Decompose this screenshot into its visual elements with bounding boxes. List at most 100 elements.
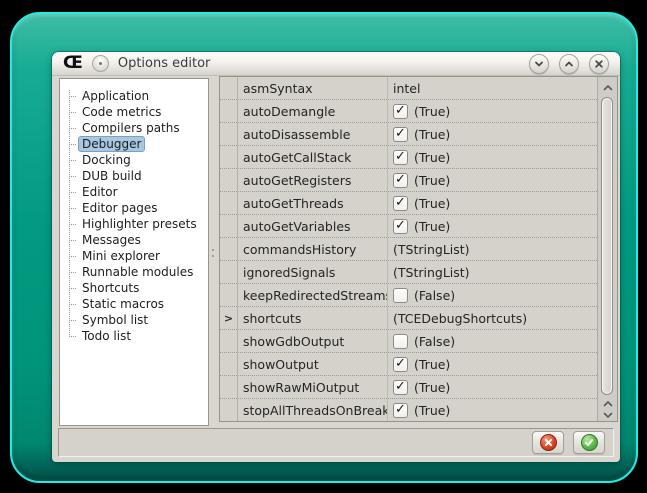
property-row-stopAllThreadsOnBreak[interactable]: stopAllThreadsOnBreak ✓ (True) [220, 399, 597, 421]
vertical-scrollbar[interactable] [597, 77, 617, 421]
row-selection-marker [220, 284, 238, 306]
property-row-shortcuts[interactable]: > shortcuts (TCEDebugShortcuts) [220, 307, 597, 330]
row-selection-marker [220, 376, 238, 398]
checkbox[interactable]: ✓ [393, 127, 408, 142]
sidebar-item-dub-build[interactable]: DUB build [60, 168, 208, 184]
property-value[interactable]: (False) [388, 284, 597, 306]
titlebar[interactable]: Œ Options editor [52, 52, 620, 76]
titlebar-buttons [529, 54, 609, 74]
property-name: ignoredSignals [238, 261, 388, 283]
row-selection-marker [220, 330, 238, 352]
checkbox[interactable]: ✓ [393, 357, 408, 372]
sidebar-item-static-macros[interactable]: Static macros [60, 296, 208, 312]
property-value[interactable]: ✓ (True) [388, 123, 597, 145]
sidebar-item-debugger[interactable]: Debugger [60, 136, 208, 152]
checkbox[interactable]: ✓ [393, 403, 408, 418]
chevron-up-icon [564, 59, 574, 69]
maximize-button[interactable] [559, 54, 579, 74]
check-icon: ✓ [395, 403, 406, 416]
property-row-autoDemangle[interactable]: autoDemangle ✓ (True) [220, 100, 597, 123]
scrollbar-thumb[interactable] [601, 97, 613, 395]
property-value[interactable]: ✓ (True) [388, 192, 597, 214]
property-value[interactable]: ✓ (True) [388, 399, 597, 421]
minimize-button[interactable] [529, 54, 549, 74]
property-value-text: (True) [414, 150, 450, 165]
sidebar-item-label: Code metrics [78, 104, 165, 120]
row-selection-marker [220, 399, 238, 421]
sidebar-item-label: DUB build [78, 168, 146, 184]
scroll-up-button[interactable] [598, 80, 617, 92]
sidebar-item-compilers-paths[interactable]: Compilers paths [60, 120, 208, 136]
property-value[interactable]: (TCEDebugShortcuts) [388, 307, 597, 329]
window-menu-button[interactable] [92, 55, 109, 72]
property-row-asmSyntax[interactable]: asmSyntax intel [220, 77, 597, 100]
checkbox[interactable]: ✓ [393, 196, 408, 211]
sidebar-item-shortcuts[interactable]: Shortcuts [60, 280, 208, 296]
sidebar-item-label: Highlighter presets [78, 216, 201, 232]
sidebar-item-runnable-modules[interactable]: Runnable modules [60, 264, 208, 280]
row-selection-marker [220, 192, 238, 214]
property-row-commandsHistory[interactable]: commandsHistory (TStringList) [220, 238, 597, 261]
sidebar-splitter[interactable] [210, 242, 216, 264]
row-selection-marker [220, 146, 238, 168]
property-value[interactable]: intel [388, 77, 597, 99]
property-value[interactable]: ✓ (True) [388, 100, 597, 122]
sidebar-item-code-metrics[interactable]: Code metrics [60, 104, 208, 120]
close-icon [594, 59, 604, 69]
category-tree-panel: Application Code metrics Compilers paths… [59, 78, 209, 426]
checkbox[interactable]: ✓ [393, 219, 408, 234]
property-value[interactable]: ✓ (True) [388, 146, 597, 168]
sidebar-item-label: Messages [78, 232, 145, 248]
check-icon: ✓ [395, 196, 406, 209]
close-button[interactable] [589, 54, 609, 74]
sidebar-item-editor-pages[interactable]: Editor pages [60, 200, 208, 216]
sidebar-item-docking[interactable]: Docking [60, 152, 208, 168]
property-value[interactable]: (False) [388, 330, 597, 352]
property-row-showOutput[interactable]: showOutput ✓ (True) [220, 353, 597, 376]
row-selection-marker [220, 77, 238, 99]
sidebar-item-mini-explorer[interactable]: Mini explorer [60, 248, 208, 264]
sidebar-item-highlighter-presets[interactable]: Highlighter presets [60, 216, 208, 232]
property-name: asmSyntax [238, 77, 388, 99]
row-selection-marker [220, 169, 238, 191]
property-row-showGdbOutput[interactable]: showGdbOutput (False) [220, 330, 597, 353]
property-value-text: (True) [414, 219, 450, 234]
cancel-button[interactable] [532, 431, 564, 454]
check-icon: ✓ [395, 219, 406, 232]
sidebar-item-label: Application [78, 88, 153, 104]
checkbox[interactable]: ✓ [393, 104, 408, 119]
row-selection-marker [220, 261, 238, 283]
property-row-autoGetRegisters[interactable]: autoGetRegisters ✓ (True) [220, 169, 597, 192]
property-value[interactable]: ✓ (True) [388, 376, 597, 398]
window-title: Options editor [118, 56, 211, 71]
property-row-autoDisassemble[interactable]: autoDisassemble ✓ (True) [220, 123, 597, 146]
property-row-autoGetVariables[interactable]: autoGetVariables ✓ (True) [220, 215, 597, 238]
window-frame: Œ Options editor [10, 12, 638, 483]
checkbox[interactable] [393, 288, 408, 303]
property-row-showRawMiOutput[interactable]: showRawMiOutput ✓ (True) [220, 376, 597, 399]
property-value[interactable]: (TStringList) [388, 261, 597, 283]
checkbox[interactable]: ✓ [393, 380, 408, 395]
property-value[interactable]: (TStringList) [388, 238, 597, 260]
property-row-autoGetThreads[interactable]: autoGetThreads ✓ (True) [220, 192, 597, 215]
checkbox[interactable] [393, 334, 408, 349]
property-value[interactable]: ✓ (True) [388, 353, 597, 375]
scroll-down-button[interactable] [598, 407, 617, 419]
sidebar-item-editor[interactable]: Editor [60, 184, 208, 200]
property-value[interactable]: ✓ (True) [388, 215, 597, 237]
property-row-keepRedirectedStreams[interactable]: keepRedirectedStreams (False) [220, 284, 597, 307]
check-icon: ✓ [395, 357, 406, 370]
property-value[interactable]: ✓ (True) [388, 169, 597, 191]
property-name: shortcuts [238, 307, 388, 329]
checkbox[interactable]: ✓ [393, 173, 408, 188]
sidebar-item-symbol-list[interactable]: Symbol list [60, 312, 208, 328]
sidebar-item-label: Docking [78, 152, 135, 168]
accept-button[interactable] [573, 431, 605, 454]
checkbox[interactable]: ✓ [393, 150, 408, 165]
sidebar-item-messages[interactable]: Messages [60, 232, 208, 248]
sidebar-item-application[interactable]: Application [60, 88, 208, 104]
sidebar-item-label: Shortcuts [78, 280, 143, 296]
property-row-autoGetCallStack[interactable]: autoGetCallStack ✓ (True) [220, 146, 597, 169]
property-row-ignoredSignals[interactable]: ignoredSignals (TStringList) [220, 261, 597, 284]
sidebar-item-todo-list[interactable]: Todo list [60, 328, 208, 344]
